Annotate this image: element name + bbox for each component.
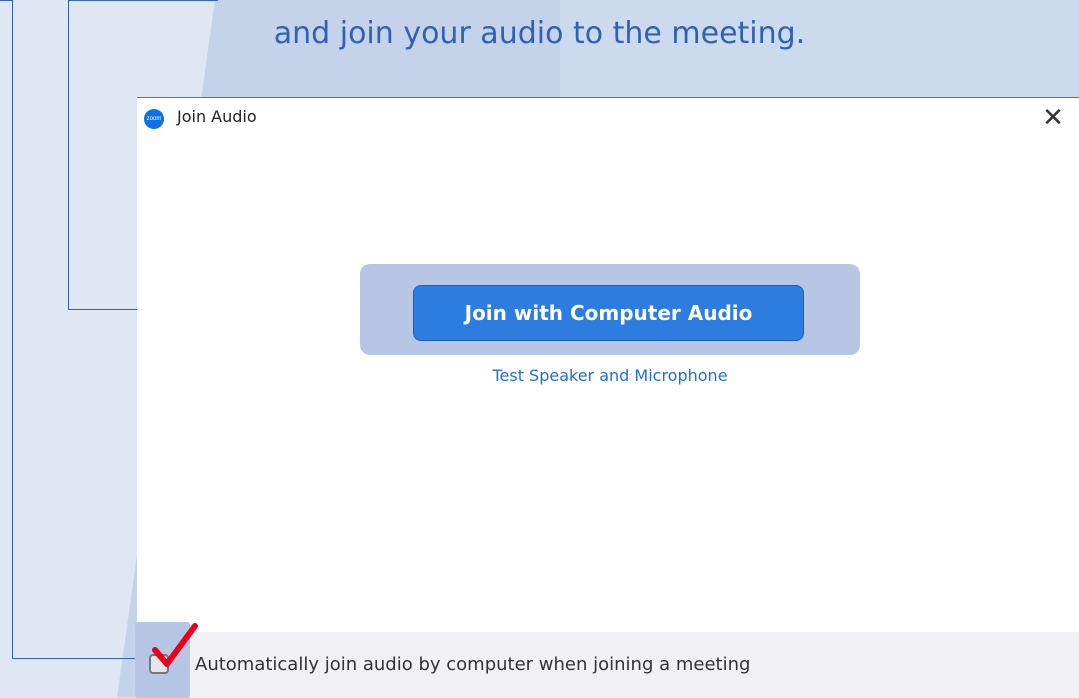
callout-line (68, 0, 218, 1)
test-speaker-microphone-link[interactable]: Test Speaker and Microphone (360, 366, 860, 385)
callout-line (68, 0, 69, 309)
zoom-logo-icon: zoom (144, 109, 164, 129)
join-with-computer-audio-button[interactable]: Join with Computer Audio (413, 285, 804, 341)
dialog-footer: Automatically join audio by computer whe… (135, 622, 1079, 698)
instruction-text: and join your audio to the meeting. (273, 16, 806, 51)
callout-line (12, 0, 13, 658)
dialog-title: Join Audio (177, 107, 257, 126)
auto-join-label[interactable]: Automatically join audio by computer whe… (195, 654, 750, 675)
join-audio-dialog: zoom Join Audio ✕ Join with Computer Aud… (135, 97, 1079, 698)
close-icon[interactable]: ✕ (1039, 102, 1067, 132)
callout-line (0, 0, 12, 1)
title-bar: zoom Join Audio ✕ (137, 98, 1079, 138)
callout-line (12, 658, 142, 659)
